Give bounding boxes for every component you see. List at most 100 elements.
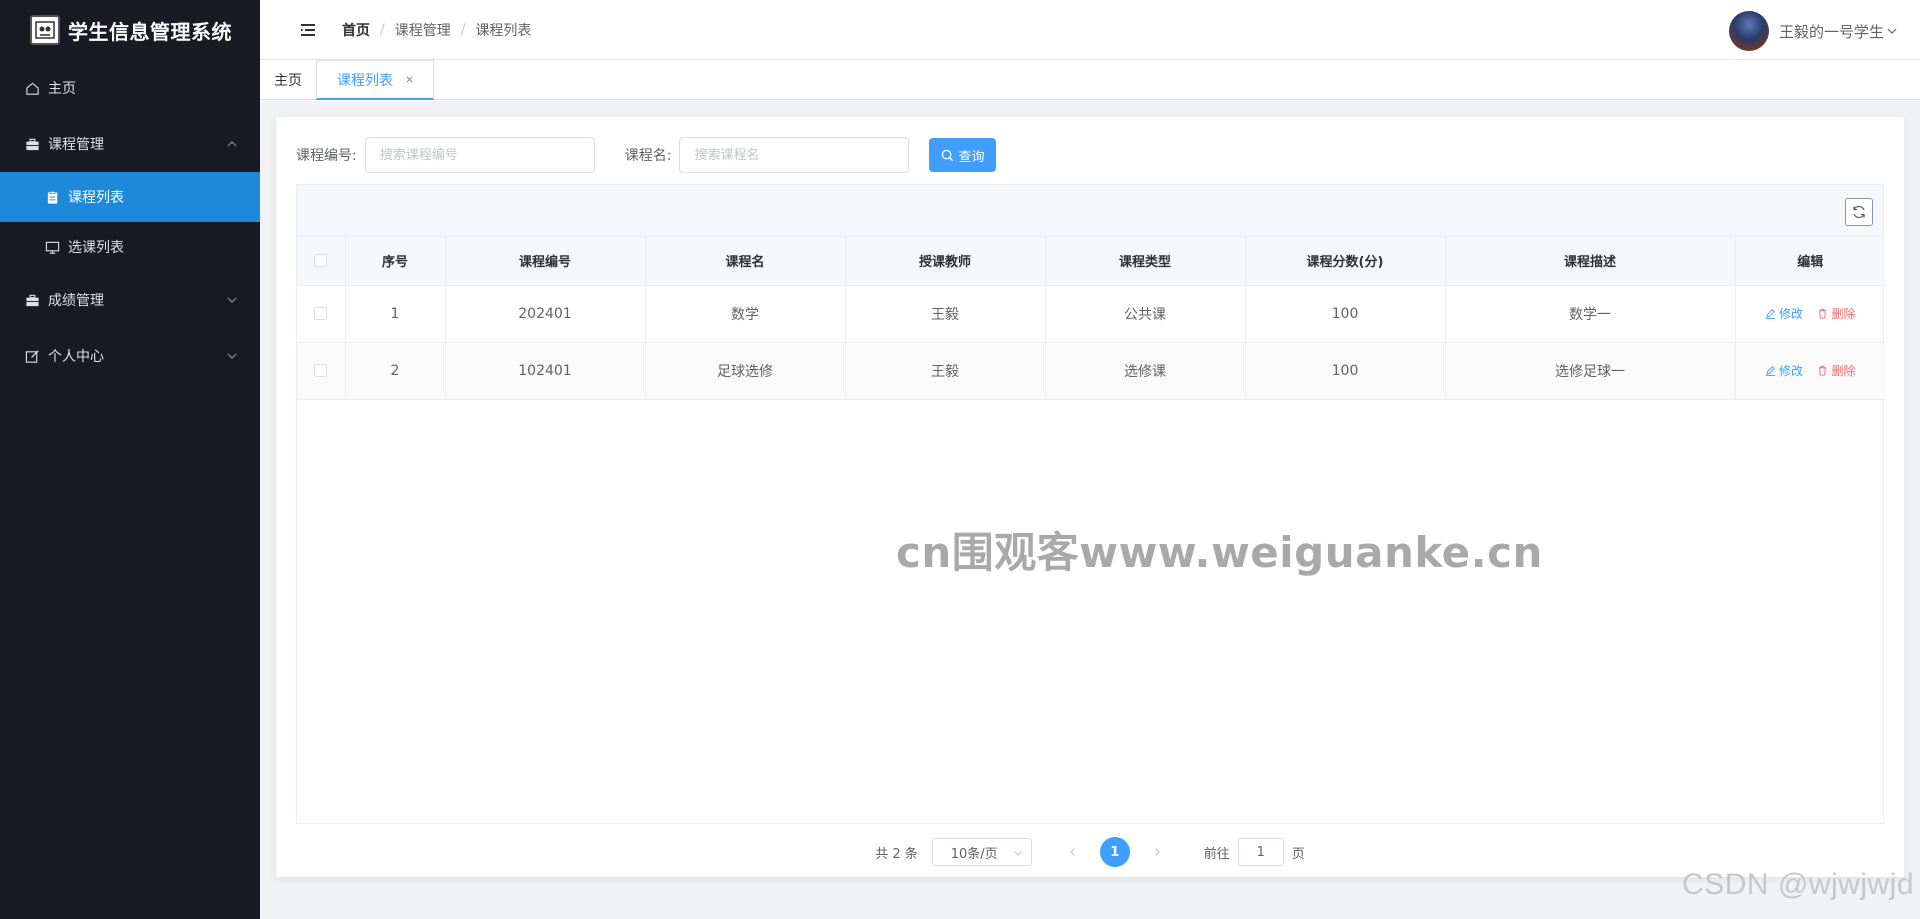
- main-content: 课程编号: 课程名: 查询: [260, 101, 1920, 919]
- column-header: 授课教师: [845, 237, 1046, 286]
- tab-course-list[interactable]: 课程列表: [316, 60, 434, 100]
- goto-prefix: 前往: [1203, 846, 1230, 862]
- delete-button[interactable]: 删除: [1817, 362, 1855, 379]
- tab-home[interactable]: 主页: [260, 60, 316, 100]
- cell-score: 100: [1245, 342, 1446, 400]
- column-header: 序号: [345, 237, 446, 286]
- cell-type: 选修课: [1045, 342, 1246, 400]
- table-row: 1 202401 数学 王毅 公共课 100 数学一 修改 删除: [297, 285, 1885, 343]
- trash-icon: [1819, 365, 1827, 376]
- edit-label: 修改: [1779, 363, 1804, 378]
- column-header: 课程名: [645, 237, 846, 286]
- sidebar-item-course-list[interactable]: 课程列表: [0, 172, 260, 222]
- briefcase-icon: [24, 292, 40, 308]
- select-all-checkbox[interactable]: [314, 254, 328, 268]
- cell-teacher: 王毅: [845, 342, 1046, 400]
- column-header: 课程描述: [1445, 237, 1736, 286]
- table-row: 2 102401 足球选修 王毅 选修课 100 选修足球一 修改 删除: [297, 342, 1885, 400]
- query-button-label: 查询: [958, 149, 985, 165]
- sidebar-item-label: 个人中心: [48, 349, 104, 365]
- page-number-current[interactable]: 1: [1099, 837, 1130, 867]
- user-name: 王毅的一号学生: [1778, 22, 1884, 41]
- data-table: 序号 课程编号 课程名 授课教师 课程类型 课程分数(分) 课程描述 编辑 1: [297, 237, 1885, 400]
- user-menu[interactable]: 王毅的一号学生: [1728, 11, 1898, 51]
- cell-desc: 选修足球一: [1445, 342, 1736, 400]
- sidebar-item-label: 课程列表: [68, 190, 124, 206]
- page-size-select[interactable]: 10条/页: [931, 838, 1032, 866]
- goto-suffix: 页: [1291, 846, 1305, 862]
- home-icon: [24, 80, 40, 96]
- course-table: 序号 课程编号 课程名 授课教师 课程类型 课程分数(分) 课程描述 编辑 1: [296, 184, 1885, 824]
- breadcrumb-separator: /: [460, 21, 466, 38]
- row-checkbox[interactable]: [314, 307, 328, 320]
- course-no-label: 课程编号:: [296, 148, 357, 164]
- menu-fold-icon[interactable]: [298, 20, 318, 40]
- sidebar-item-course-management[interactable]: 课程管理: [0, 116, 260, 172]
- delete-label: 删除: [1831, 363, 1856, 378]
- search-icon: [942, 149, 954, 161]
- close-icon[interactable]: [403, 74, 415, 86]
- edit-button[interactable]: 修改: [1765, 362, 1803, 379]
- query-button[interactable]: 查询: [929, 138, 997, 172]
- watermark: cn围观客www.weiguanke.cn: [896, 528, 1543, 577]
- sidebar-item-home[interactable]: 主页: [0, 60, 260, 116]
- refresh-button[interactable]: [1845, 198, 1873, 226]
- cell-index: 2: [345, 342, 446, 400]
- select-all-cell: [297, 237, 346, 286]
- tab-label: 课程列表: [337, 72, 393, 89]
- sidebar-item-enrollment-list[interactable]: 选课列表: [0, 222, 260, 272]
- page-size-value: 10条/页: [950, 846, 998, 862]
- row-checkbox[interactable]: [314, 364, 328, 377]
- table-toolbar: [297, 185, 1883, 237]
- trash-icon: [1819, 308, 1827, 319]
- column-header: 课程类型: [1045, 237, 1246, 286]
- cell-course-name: 数学: [645, 285, 846, 343]
- prev-page-button[interactable]: [1058, 838, 1088, 866]
- cell-type: 公共课: [1045, 285, 1246, 343]
- course-name-input[interactable]: [679, 137, 910, 173]
- csdn-watermark: CSDN @wjwjwjd: [1682, 868, 1914, 901]
- column-header: 编辑: [1735, 237, 1885, 286]
- chevron-down-icon: [227, 297, 237, 303]
- edit-button[interactable]: 修改: [1765, 305, 1803, 322]
- delete-button[interactable]: 删除: [1817, 305, 1855, 322]
- breadcrumb-home[interactable]: 首页: [342, 20, 370, 40]
- app-title: 学生信息管理系统: [68, 19, 232, 44]
- pagination: 共 2 条 10条/页 1 前往 页: [276, 837, 1904, 867]
- sidebar-item-label: 选课列表: [68, 240, 124, 256]
- cell-desc: 数学一: [1445, 285, 1736, 343]
- sidebar-item-label: 主页: [48, 81, 76, 97]
- tabs-bar: 主页 课程列表: [260, 60, 1920, 100]
- edit-icon: [24, 348, 40, 364]
- course-no-input[interactable]: [364, 137, 595, 173]
- cell-course-no: 202401: [445, 285, 646, 343]
- avatar: [1728, 11, 1769, 51]
- cell-actions: 修改 删除: [1735, 342, 1885, 400]
- cell-course-no: 102401: [445, 342, 646, 400]
- tab-label: 主页: [274, 73, 302, 89]
- sidebar-item-grade-management[interactable]: 成绩管理: [0, 272, 260, 328]
- delete-label: 删除: [1831, 306, 1856, 321]
- sidebar-item-personal-center[interactable]: 个人中心: [0, 328, 260, 384]
- refresh-icon: [1853, 205, 1865, 219]
- breadcrumb-course-list: 课程列表: [475, 22, 532, 39]
- content-card: 课程编号: 课程名: 查询: [276, 117, 1904, 877]
- table-header-row: 序号 课程编号 课程名 授课教师 课程类型 课程分数(分) 课程描述 编辑: [297, 237, 1885, 286]
- clipboard-icon: [44, 189, 60, 205]
- column-header: 课程编号: [445, 237, 646, 286]
- edit-icon: [1765, 365, 1776, 376]
- select-cell: [297, 285, 346, 343]
- goto-page-input[interactable]: [1237, 838, 1284, 866]
- select-cell: [297, 342, 346, 400]
- logo-icon: [30, 15, 60, 45]
- next-page-button[interactable]: [1142, 838, 1172, 866]
- briefcase-icon: [24, 136, 40, 152]
- cell-index: 1: [345, 285, 446, 343]
- cell-course-name: 足球选修: [645, 342, 846, 400]
- chevron-down-icon: [1887, 28, 1897, 34]
- top-header: 首页 / 课程管理 / 课程列表 王毅的一号学生: [260, 0, 1920, 60]
- chevron-down-icon: [1013, 851, 1022, 856]
- edit-icon: [1765, 308, 1776, 319]
- course-name-label: 课程名:: [624, 148, 672, 164]
- logo[interactable]: 学生信息管理系统: [0, 0, 260, 60]
